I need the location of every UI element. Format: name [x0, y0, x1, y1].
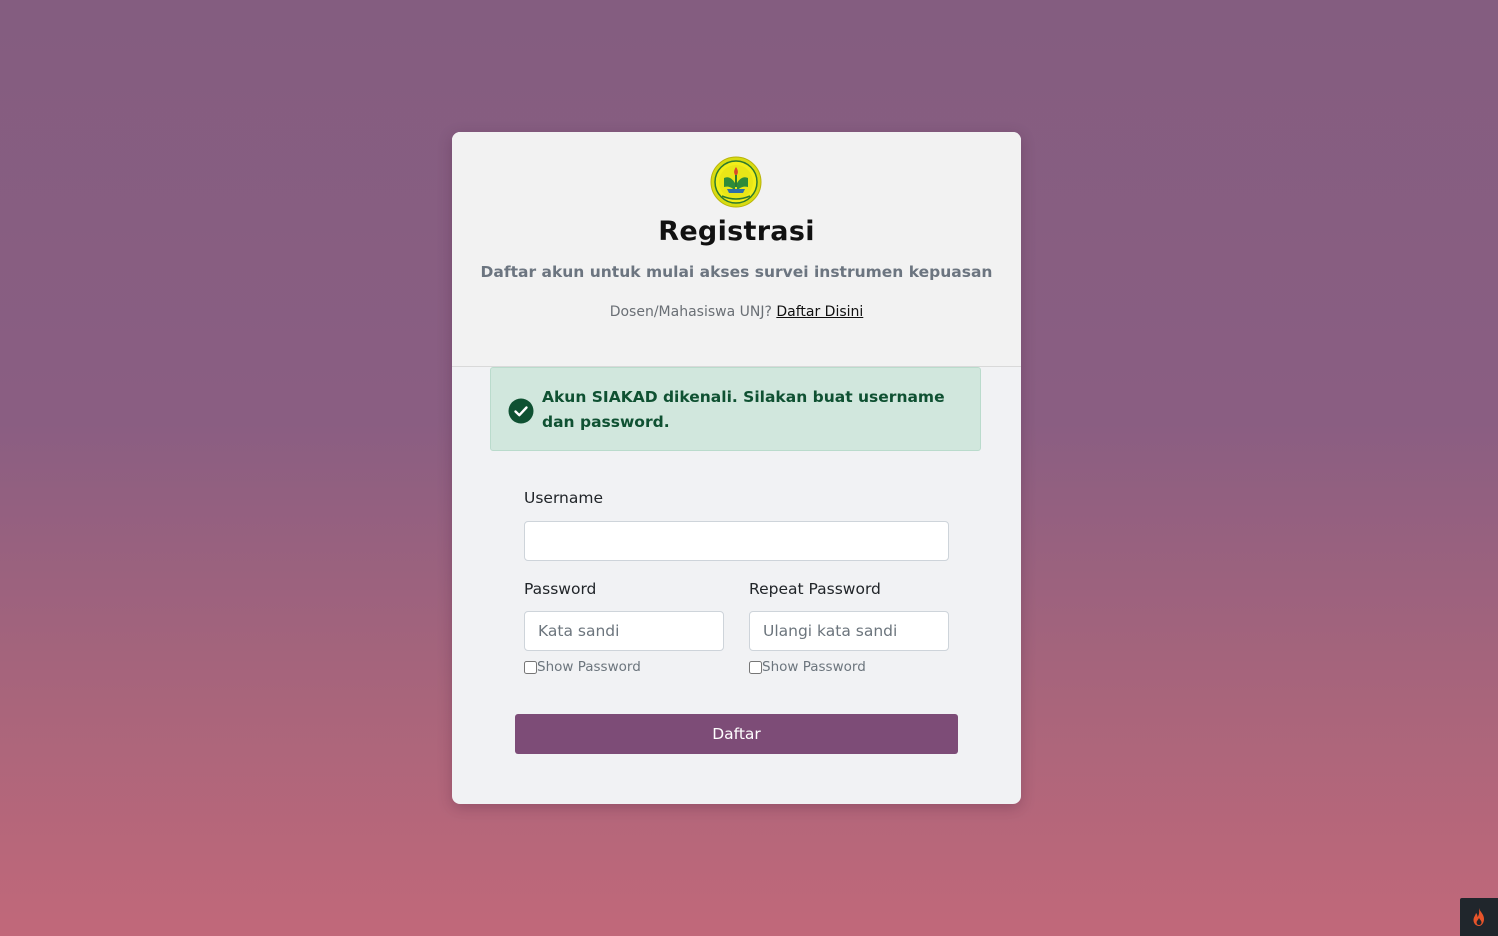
debug-toolbar-button[interactable]	[1460, 898, 1498, 936]
password-label: Password	[524, 580, 597, 598]
flame-icon	[1473, 908, 1484, 926]
register-here-link[interactable]: Daftar Disini	[776, 304, 863, 320]
check-circle-icon	[508, 398, 534, 424]
registration-card: Registrasi Daftar akun untuk mulai akses…	[452, 132, 1021, 804]
success-alert: Akun SIAKAD dikenali. Silakan buat usern…	[490, 367, 981, 451]
show-repeat-password-label: Show Password	[762, 659, 866, 675]
note-prefix: Dosen/Mahasiswa UNJ?	[609, 304, 772, 320]
lecturer-student-note: Dosen/Mahasiswa UNJ? Daftar Disini	[452, 304, 1021, 320]
register-button[interactable]: Daftar	[515, 714, 958, 754]
repeat-password-input[interactable]	[749, 611, 949, 651]
username-label: Username	[524, 489, 604, 507]
page-subtitle: Daftar akun untuk mulai akses survei ins…	[480, 263, 993, 281]
alert-message: Akun SIAKAD dikenali. Silakan buat usern…	[542, 388, 945, 431]
repeat-password-label: Repeat Password	[749, 580, 881, 598]
password-input[interactable]	[524, 611, 724, 651]
username-input[interactable]	[524, 521, 949, 561]
card-header: Registrasi Daftar akun untuk mulai akses…	[452, 132, 1021, 367]
unj-logo-icon	[710, 156, 762, 208]
show-password-toggle: Show Password	[524, 659, 641, 675]
show-password-label: Show Password	[537, 659, 641, 675]
page-title: Registrasi	[658, 216, 815, 247]
show-password-checkbox[interactable]	[524, 660, 537, 674]
show-repeat-password-toggle: Show Password	[749, 659, 866, 675]
show-repeat-password-checkbox[interactable]	[749, 660, 762, 674]
